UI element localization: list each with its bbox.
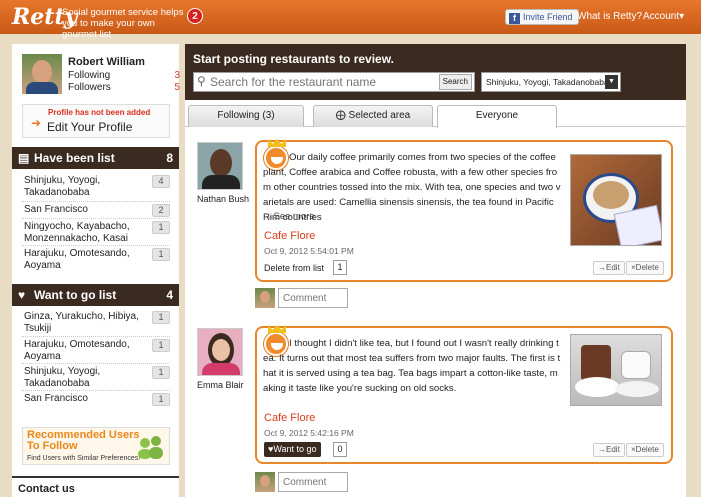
chevron-down-icon: ▼ (605, 75, 618, 89)
list-item[interactable]: Shinjuku, Yoyogi, Takadanobaba 1 (24, 366, 170, 390)
area-select[interactable]: Shinjuku, Yoyogi, Takadanobaba ▼ (481, 72, 621, 92)
user-name[interactable]: Emma Blair (197, 380, 244, 390)
avatar (255, 288, 275, 308)
tagline: Social gourmet service helps you to make… (62, 7, 184, 40)
avatar[interactable] (197, 328, 243, 376)
following-row[interactable]: Following 3 (68, 70, 180, 81)
search-button[interactable]: Search (438, 74, 472, 90)
feed-tabs: Following (3) ⨁ Selected area Everyone (185, 105, 686, 128)
review-photo[interactable] (570, 154, 662, 246)
want-to-go-count: 4 (166, 288, 173, 302)
edit-button[interactable]: →Edit (593, 261, 625, 275)
delete-from-list-button[interactable]: Delete from list (264, 263, 324, 273)
avatar (255, 472, 275, 492)
heart-icon: ♥ (18, 288, 26, 302)
review-text: I thought I didn't like tea, but I found… (263, 338, 561, 394)
top-bar: Retty Social gourmet service helps you t… (0, 0, 701, 40)
edit-button[interactable]: →Edit (593, 443, 625, 457)
tab-everyone[interactable]: Everyone (437, 105, 557, 128)
want-count: 0 (333, 442, 347, 457)
followers-row[interactable]: Followers 5 (68, 82, 180, 93)
facebook-icon: f (509, 13, 520, 24)
list-item[interactable]: Shinjuku, Yoyogi, Takadanobaba 4 (24, 175, 170, 199)
crosshair-icon: ⨁ (335, 110, 349, 121)
invite-friend-label: Invite Friend (523, 12, 573, 22)
post-date: Oct 9, 2012 5:54:01 PM (264, 246, 354, 256)
list-item[interactable]: San Francisco 2 (24, 204, 170, 217)
post-header: Start posting restaurants to review. ⚲ S… (185, 44, 686, 100)
list-icon: ▤ (18, 151, 30, 165)
review-photo[interactable] (570, 334, 662, 406)
want-to-go-title: Want to go list (34, 288, 117, 302)
list-item[interactable]: Ginza, Yurakucho, Hibiya, Tsukiji 1 (24, 311, 170, 335)
area-select-value: Shinjuku, Yoyogi, Takadanobaba (486, 77, 609, 87)
delete-button[interactable]: ×Delete (626, 443, 664, 457)
followers-count: 5 (174, 82, 180, 93)
search-box: ⚲ Search (193, 72, 475, 92)
profile-name[interactable]: Robert William (68, 56, 178, 68)
have-been-count: 8 (166, 151, 173, 165)
followers-label: Followers (68, 82, 111, 93)
list-item[interactable]: San Francisco 1 (24, 393, 170, 406)
see-more-link[interactable]: →See more (264, 211, 315, 222)
what-is-retty-link[interactable]: What is Retty? (577, 11, 642, 22)
want-to-go-header[interactable]: ♥ Want to go list 4 (12, 284, 179, 306)
search-icon: ⚲ (197, 74, 206, 88)
avatar[interactable] (197, 142, 243, 190)
users-icon (138, 436, 163, 459)
post-date: Oct 9, 2012 5:42:16 PM (264, 428, 354, 438)
recommended-users-banner[interactable]: Recommended Users To Follow Find Users w… (22, 427, 170, 465)
sidebar: Robert William Following 3 Followers 5 Pro… (12, 44, 180, 497)
arrow-right-icon: ➜ (31, 116, 42, 130)
post-title: Start posting restaurants to review. (193, 52, 394, 66)
notification-badge[interactable]: 2 (187, 8, 203, 24)
account-menu[interactable]: Account▾ (643, 11, 684, 22)
comment-input[interactable] (278, 472, 348, 492)
user-name[interactable]: Nathan Bush (197, 194, 249, 204)
contact-us-link[interactable]: Contact us (12, 476, 179, 497)
have-been-title: Have been list (34, 151, 115, 165)
review-card: I thought I didn't like tea, but I found… (255, 325, 673, 464)
comment-input[interactable] (278, 288, 348, 308)
list-item[interactable]: Harajuku, Omotesando, Aoyama 1 (24, 339, 170, 363)
following-count: 3 (174, 70, 180, 81)
search-input[interactable] (210, 74, 438, 90)
review-card: Our daily coffee primarily comes from tw… (255, 139, 673, 282)
restaurant-name[interactable]: Cafe Flore (264, 230, 315, 242)
want-to-go-button[interactable]: ♥Want to go (264, 442, 321, 457)
list-item[interactable]: Ningyocho, Kayabacho, Monzennakacho, Kas… (24, 221, 170, 245)
avatar[interactable] (22, 54, 62, 94)
tab-selected-area[interactable]: ⨁ Selected area (313, 105, 433, 127)
list-count: 1 (333, 260, 347, 275)
recommended-subtitle: Find Users with Similar Preferences! (27, 455, 141, 462)
main-panel: Start posting restaurants to review. ⚲ S… (185, 44, 686, 497)
edit-profile-button[interactable]: Profile has not been added ➜ Edit Your P… (22, 104, 170, 138)
delete-button[interactable]: ×Delete (626, 261, 664, 275)
have-been-header[interactable]: ▤ Have been list 8 (12, 147, 179, 169)
invite-friend-button[interactable]: f Invite Friend (505, 9, 579, 25)
edit-profile-label: Edit Your Profile (47, 120, 133, 134)
tab-following[interactable]: Following (3) (188, 105, 304, 127)
restaurant-name[interactable]: Cafe Flore (264, 412, 315, 424)
profile-warning: Profile has not been added (48, 108, 151, 117)
following-label: Following (68, 70, 111, 81)
list-item[interactable]: Harajuku, Omotesando, Aoyama 1 (24, 248, 170, 272)
recommended-title: Recommended Users To Follow (27, 429, 140, 452)
